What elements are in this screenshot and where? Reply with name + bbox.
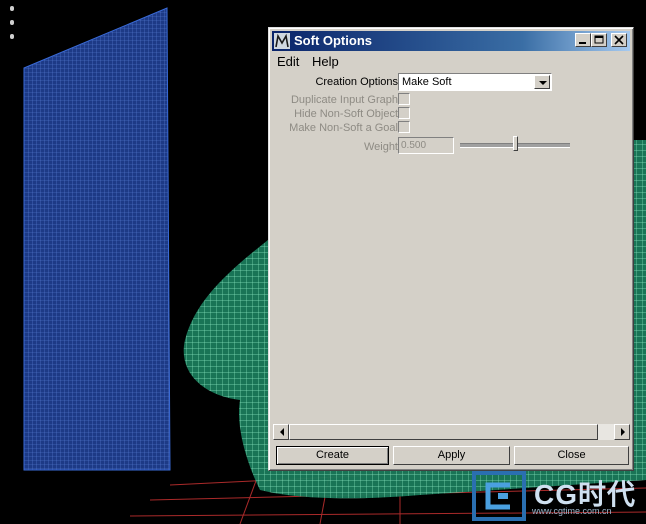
maximize-button[interactable]	[591, 33, 607, 47]
title-bar[interactable]: Soft Options	[272, 31, 630, 51]
apply-button[interactable]: Apply	[393, 446, 510, 465]
hide-non-soft-label: Hide Non-Soft Object	[294, 108, 398, 120]
scroll-right-button[interactable]	[614, 424, 630, 440]
close-window-button[interactable]	[611, 33, 627, 47]
weight-field[interactable]: 0.500	[398, 137, 454, 154]
horizontal-scrollbar[interactable]	[273, 424, 630, 440]
cgtime-logo	[472, 471, 526, 521]
create-button[interactable]: Create	[276, 446, 389, 465]
maya-app-icon	[274, 33, 290, 49]
chevron-down-icon	[539, 81, 547, 85]
viewport-marker	[10, 34, 14, 39]
hide-non-soft-checkbox[interactable]	[398, 107, 410, 119]
creation-options-value: Make Soft	[402, 76, 452, 88]
menu-bar: Edit Help	[272, 53, 630, 71]
make-goal-label: Make Non-Soft a Goal	[289, 122, 398, 134]
blue-plane-mesh	[24, 8, 170, 470]
close-icon	[614, 35, 624, 45]
arrow-left-icon	[280, 428, 284, 436]
dropdown-arrow-button[interactable]	[534, 75, 550, 89]
minimize-button[interactable]	[575, 33, 591, 47]
watermark: CG时代 www.cgtime.com.cn	[472, 468, 646, 524]
weight-label: Weight	[363, 141, 398, 153]
options-panel: Creation Options Make Soft Duplicate Inp…	[274, 73, 628, 423]
creation-options-label: Creation Options	[315, 76, 398, 88]
creation-options-select[interactable]: Make Soft	[398, 73, 552, 91]
soft-options-dialog: Soft Options Edit Help Creation Options …	[268, 27, 634, 471]
weight-value: 0.500	[401, 140, 427, 151]
duplicate-input-graph-label: Duplicate Input Graph	[290, 94, 398, 106]
scroll-left-button[interactable]	[273, 424, 289, 440]
arrow-right-icon	[621, 428, 625, 436]
menu-help[interactable]: Help	[312, 54, 339, 69]
watermark-url: www.cgtime.com.cn	[532, 506, 612, 516]
maximize-icon	[594, 35, 604, 44]
viewport-marker	[10, 6, 14, 11]
window-title: Soft Options	[294, 33, 372, 48]
weight-slider-thumb[interactable]	[512, 136, 518, 151]
make-goal-checkbox[interactable]	[398, 121, 410, 133]
viewport-marker	[10, 20, 14, 25]
scrollbar-thumb[interactable]	[289, 424, 598, 440]
minimize-icon	[579, 42, 586, 44]
menu-edit[interactable]: Edit	[277, 54, 299, 69]
duplicate-input-graph-checkbox[interactable]	[398, 93, 410, 105]
close-button[interactable]: Close	[514, 446, 629, 465]
